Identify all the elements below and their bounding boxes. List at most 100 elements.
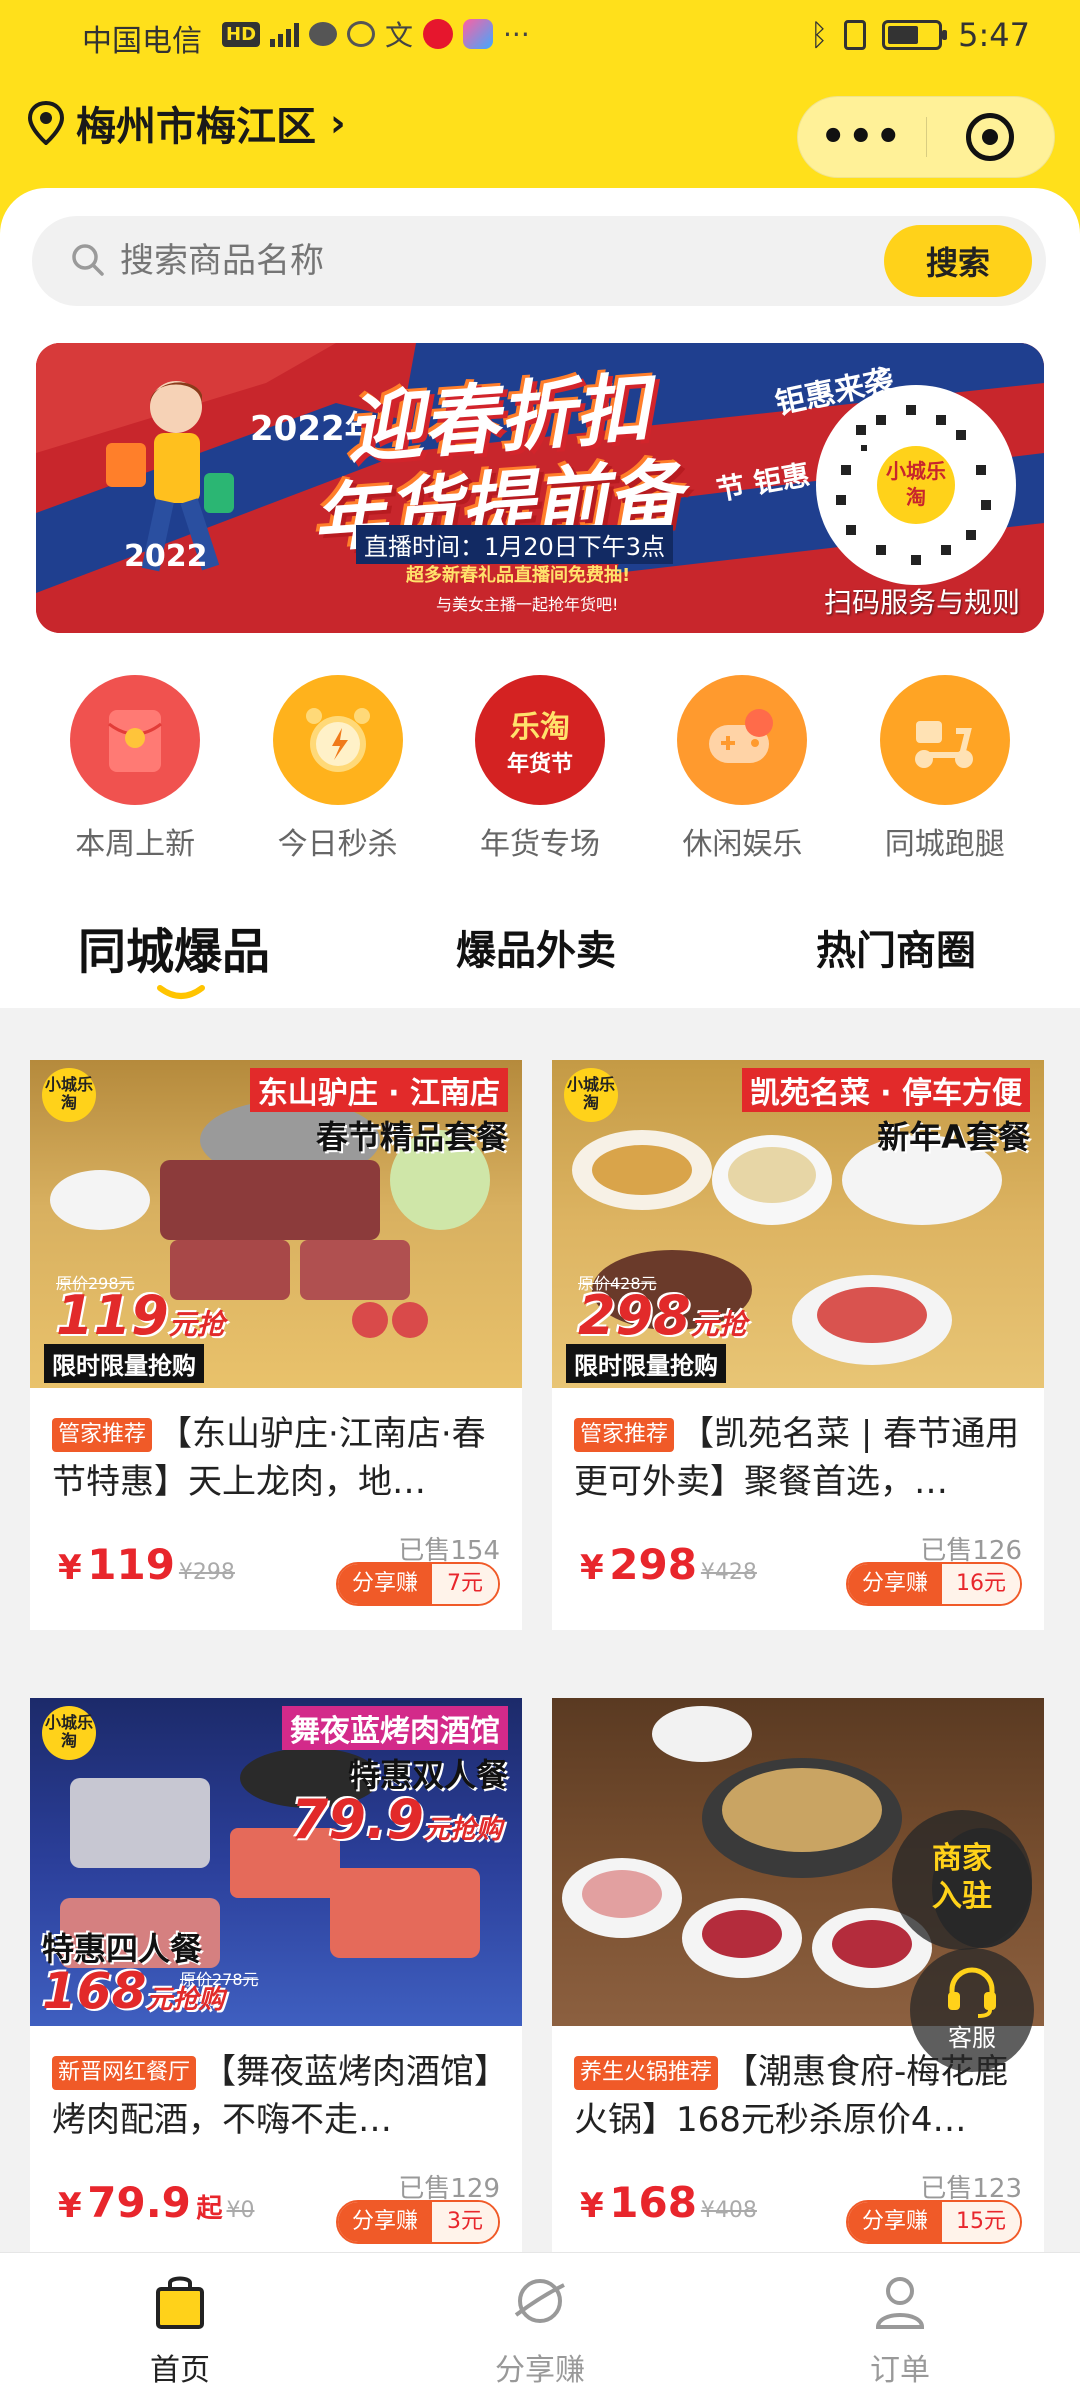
status-bar: 中国电信 HD 文 ··· ᛒ 5:47 — [0, 0, 1080, 72]
nav-orders[interactable]: 订单 — [800, 2271, 1000, 2389]
nav-label: 订单 — [870, 2353, 930, 2388]
image-headline: 舞夜蓝烤肉酒馆 — [282, 1706, 508, 1750]
category-label: 今日秒杀 — [277, 827, 398, 862]
status-icons: HD 文 ··· — [222, 14, 530, 54]
tab-business-district[interactable]: 热门商圈 — [816, 918, 976, 976]
product-image: 小城乐淘 凯苑名菜 · 停车方便 新年A套餐 原价428元 298元抢 限时限量… — [552, 1060, 1044, 1388]
red-envelope-icon — [70, 675, 201, 805]
qr-center-logo: 小城乐淘 — [877, 446, 955, 524]
category-leisure[interactable]: 休闲娱乐 — [657, 675, 827, 865]
bottom-navigation: 首页 分享赚 订单 — [0, 2252, 1080, 2400]
product-card[interactable]: 小城乐淘 凯苑名菜 · 停车方便 新年A套餐 原价428元 298元抢 限时限量… — [552, 1060, 1044, 1630]
image-promo-price: 298元抢 — [578, 1284, 747, 1347]
translate-icon: 文 — [385, 19, 414, 52]
share-earn-button[interactable]: 分享赚 15元 — [845, 2200, 1022, 2244]
planet-icon — [514, 2279, 565, 2323]
miniprogram-capsule: ••• — [797, 96, 1055, 178]
headset-icon — [948, 1967, 996, 2018]
nav-share-earn[interactable]: 分享赚 — [440, 2271, 640, 2389]
scooter-icon — [879, 675, 1010, 805]
category-label: 年货专场 — [479, 827, 600, 862]
product-price: ¥ 298 ¥428 — [580, 1540, 757, 1589]
customer-service-button[interactable]: 客服 — [910, 1948, 1034, 2072]
gamepad-icon — [677, 675, 808, 805]
image-promo-price: 79.9元抢购 — [290, 1788, 502, 1851]
tab-takeout[interactable]: 爆品外卖 — [456, 918, 616, 976]
new-year-goods-badge-icon: 乐淘 年货节 — [474, 675, 605, 805]
image-promo-price: 119元抢 — [56, 1284, 225, 1347]
qr-code-image: 小城乐淘 — [816, 385, 1016, 585]
banner-live-line3: 与美女主播一起抢年货吧! — [436, 595, 619, 614]
product-title: 管家推荐 【凯苑名菜 | 春节通用更可外卖】聚餐首选，… — [574, 1414, 1020, 1502]
image-subheadline: 春节精品套餐 — [315, 1118, 508, 1156]
bluetooth-icon: ᛒ — [810, 17, 829, 53]
recommend-tag: 管家推荐 — [52, 1418, 153, 1452]
search-button[interactable]: 搜索 — [884, 225, 1032, 297]
product-price: ¥ 119 ¥298 — [58, 1540, 235, 1589]
location-selector[interactable]: 梅州市梅江区 › — [26, 94, 346, 152]
product-card[interactable]: 小城乐淘 东山驴庄 · 江南店 春节精品套餐 原价298元 119元抢 限时限量… — [30, 1060, 522, 1630]
banner-live-time: 直播时间：1月20日下午3点 — [356, 525, 674, 564]
product-tabs: 同城爆品 爆品外卖 热门商圈 — [0, 904, 1080, 1004]
merchant-join-label: 商家入驻 — [932, 1841, 992, 1914]
search-input[interactable] — [120, 234, 820, 288]
clock: 5:47 — [958, 16, 1030, 54]
image-limited-label: 限时限量抢购 — [566, 1344, 726, 1383]
category-new-year-goods[interactable]: 乐淘 年货节 年货专场 — [455, 675, 625, 865]
user-icon — [875, 2277, 925, 2329]
image-headline: 东山驴庄 · 江南店 — [249, 1068, 508, 1112]
merchant-join-button[interactable]: 商家入驻 — [892, 1810, 1032, 1950]
nav-home[interactable]: 首页 — [80, 2271, 280, 2389]
category-label: 本周上新 — [75, 827, 196, 862]
product-grid: 小城乐淘 东山驴庄 · 江南店 春节精品套餐 原价298元 119元抢 限时限量… — [0, 1008, 1080, 2258]
category-label: 休闲娱乐 — [682, 827, 803, 862]
location-pin-icon — [27, 101, 65, 145]
more-notifications-icon: ··· — [503, 17, 530, 51]
share-earn-button[interactable]: 分享赚 3元 — [335, 2200, 500, 2244]
image-bottom-price: 168元抢购 — [42, 1962, 225, 2020]
category-flash-sale[interactable]: 今日秒杀 — [253, 675, 423, 865]
location-label: 梅州市梅江区 — [76, 104, 316, 150]
recommend-tag: 养生火锅推荐 — [574, 2056, 719, 2090]
badge-text-bottom: 年货节 — [506, 752, 573, 777]
more-menu-button[interactable]: ••• — [798, 114, 926, 160]
share-earn-button[interactable]: 分享赚 7元 — [335, 1562, 500, 1606]
chevron-right-icon: › — [330, 101, 346, 145]
product-title: 新晋网红餐厅 【舞夜蓝烤肉酒馆】烤肉配酒，不嗨不走… — [52, 2052, 508, 2140]
signal-icon — [270, 21, 300, 47]
product-image: 小城乐淘 东山驴庄 · 江南店 春节精品套餐 原价298元 119元抢 限时限量… — [30, 1060, 522, 1388]
tab-local-hot[interactable]: 同城爆品 — [78, 912, 270, 982]
tab-active-indicator — [157, 985, 205, 999]
share-earn-button[interactable]: 分享赚 16元 — [845, 1562, 1022, 1606]
category-weekly-new[interactable]: 本周上新 — [50, 675, 220, 865]
carrier-name: 中国电信 — [82, 24, 202, 59]
banner-live-line2: 超多新春礼品直播间免费抽! — [406, 565, 631, 586]
status-right: ᛒ 5:47 — [810, 16, 1030, 54]
hd-icon: HD — [222, 21, 261, 47]
recommend-tag: 新晋网红餐厅 — [52, 2056, 197, 2090]
category-errand[interactable]: 同城跑腿 — [860, 675, 1030, 865]
product-price: ¥ 79.9 起 ¥0 — [58, 2178, 255, 2227]
recommend-tag: 管家推荐 — [574, 1418, 675, 1452]
chat-bubble-icon — [347, 21, 376, 47]
alarm-clock-icon — [272, 675, 403, 805]
weibo-icon — [423, 19, 454, 49]
banner-caption: 扫码服务与规则 — [823, 586, 1020, 619]
shopping-bag-icon — [156, 2276, 204, 2329]
category-shortcuts: 本周上新 今日秒杀 乐淘 年货节 年货专场 休闲娱乐 同城跑腿 — [0, 675, 1080, 865]
image-headline: 凯苑名菜 · 停车方便 — [741, 1068, 1030, 1112]
target-icon — [966, 113, 1015, 161]
product-card[interactable]: 小城乐淘 舞夜蓝烤肉酒馆 特惠双人餐 79.9元抢购 特惠四人餐 原价278元 … — [30, 1698, 522, 2258]
banner-year-repeat: 2022 — [124, 539, 208, 574]
nav-label: 首页 — [150, 2353, 210, 2388]
close-miniprogram-button[interactable] — [927, 113, 1055, 161]
promo-banner[interactable]: 2022年 2022 迎春折扣 年货提前备 直播时间：1月20日下午3点 超多新… — [36, 343, 1044, 633]
image-subheadline: 新年A套餐 — [877, 1118, 1030, 1156]
app-icon — [463, 19, 494, 49]
product-price: ¥ 168 ¥408 — [580, 2178, 757, 2227]
nav-label: 分享赚 — [495, 2353, 585, 2388]
product-image: 小城乐淘 舞夜蓝烤肉酒馆 特惠双人餐 79.9元抢购 特惠四人餐 原价278元 … — [30, 1698, 522, 2026]
image-limited-label: 限时限量抢购 — [44, 1344, 204, 1383]
search-icon — [72, 244, 104, 276]
customer-service-label: 客服 — [948, 2024, 996, 2052]
